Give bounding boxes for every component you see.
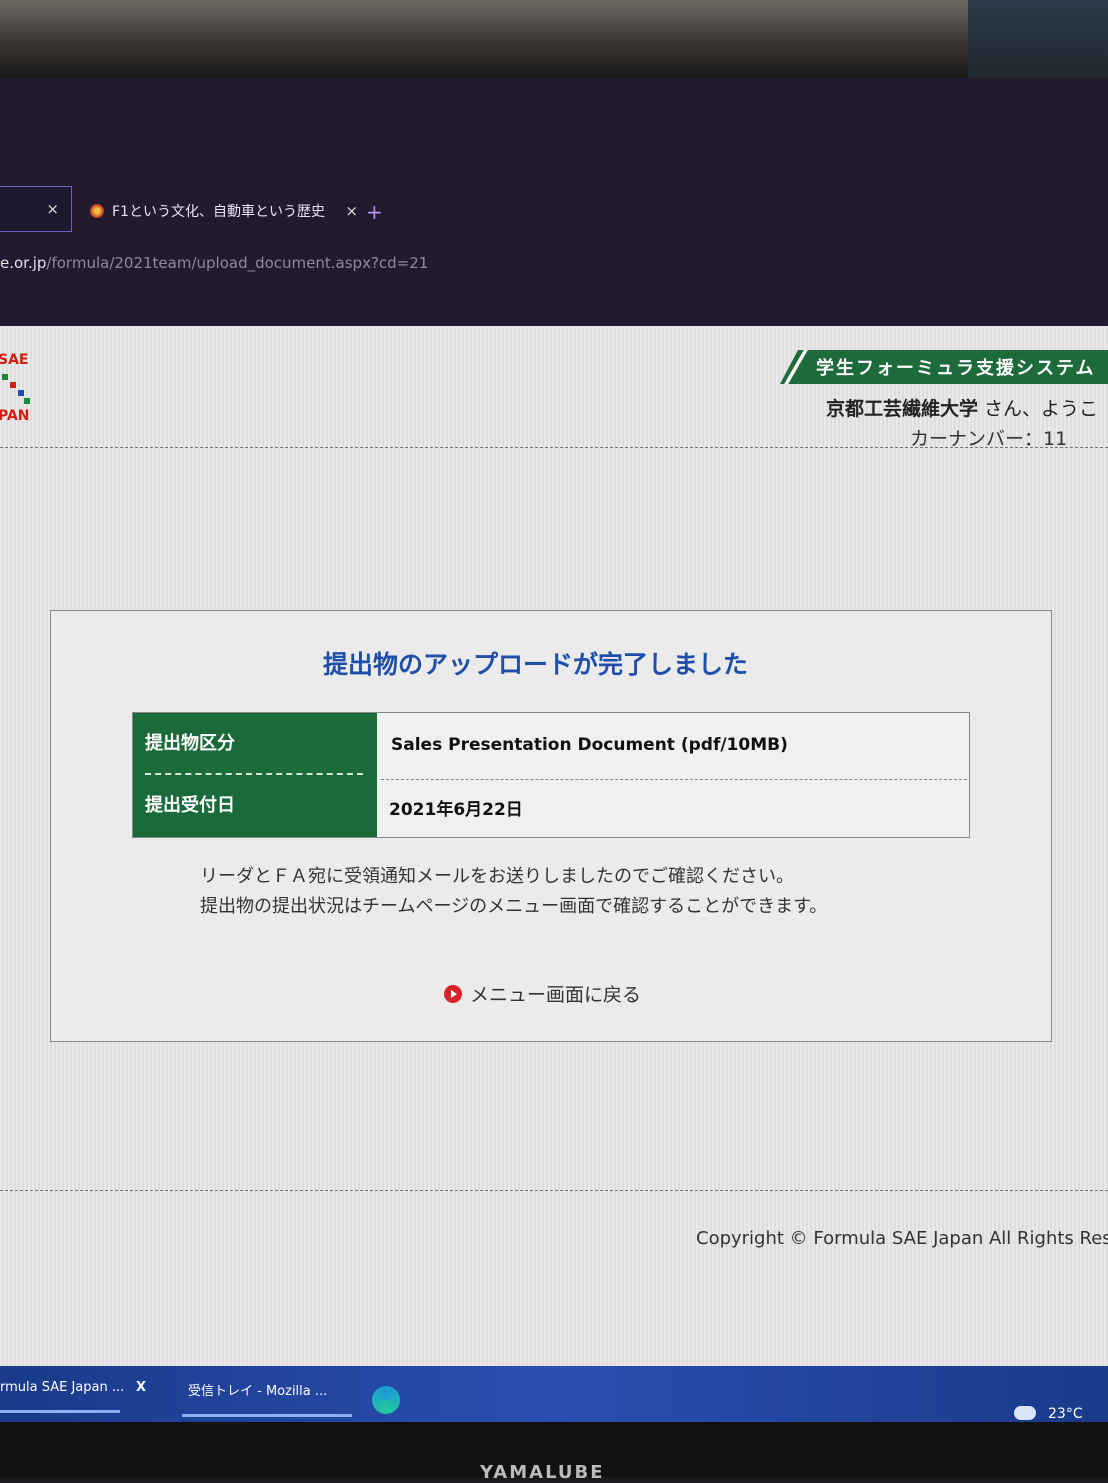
taskbar-active-indicator (0, 1410, 120, 1413)
logo-dot (10, 382, 16, 388)
close-tab-icon[interactable]: × (46, 200, 59, 218)
monitor-brand: YAMALUBE (480, 1462, 605, 1483)
notice-line-2: 提出物の提出状況はチームページのメニュー画面で確認することができます。 (200, 896, 828, 917)
taskbar-active-indicator (182, 1414, 352, 1417)
sae-japan-logo: SAE PAN (0, 352, 38, 428)
submission-date-value: 2021年6月22日 (389, 800, 523, 820)
copyright-text: Copyright © Formula SAE Japan All Rights… (696, 1228, 1108, 1249)
sticky-note (968, 0, 1108, 78)
notice-message: リーダとＦＡ宛に受領通知メールをお送りしましたのでご確認ください。 提出物の提出… (200, 862, 827, 922)
close-tab-icon[interactable]: × (345, 202, 358, 220)
back-to-menu-label: メニュー画面に戻る (470, 984, 642, 1006)
logo-text-top: SAE (0, 352, 29, 368)
url-domain: e.or.jp (0, 254, 47, 272)
logo-dot (24, 398, 30, 404)
submission-date-label: 提出受付日 (145, 795, 235, 816)
welcome-suffix: さん、ようこ (978, 398, 1099, 420)
system-title: 学生フォーミュラ支援システム (816, 358, 1096, 379)
footer-divider (0, 1190, 1108, 1191)
value-divider (381, 779, 967, 780)
temperature-readout: 23°C (1048, 1406, 1083, 1422)
arrow-circle-icon (444, 984, 462, 1003)
taskbar-item-excel[interactable]: X (136, 1380, 146, 1395)
page-title: 提出物のアップロードが完了しました (323, 650, 749, 679)
edge-browser-icon[interactable] (372, 1386, 400, 1414)
submission-info-table: 提出物区分 提出受付日 Sales Presentation Document … (132, 712, 970, 838)
weather-cloud-icon (1014, 1406, 1036, 1420)
tab-active[interactable]: × (0, 186, 72, 232)
logo-dot (2, 374, 8, 380)
university-name: 京都工芸繊維大学 (826, 398, 979, 420)
label-divider (145, 773, 363, 775)
welcome-message: 京都工芸繊維大学 さん、ようこ (826, 394, 1098, 421)
taskbar-item-firefox[interactable]: rmula SAE Japan ... (0, 1380, 124, 1395)
monitor-bezel-top (0, 0, 1108, 78)
site-favicon-icon (90, 204, 104, 218)
url-path: /formula/2021team/upload_document.aspx?c… (46, 254, 429, 272)
address-bar[interactable]: e.or.jp/formula/2021team/upload_document… (0, 254, 428, 272)
header-divider (0, 447, 1108, 448)
new-tab-button[interactable]: + (366, 200, 383, 224)
logo-text-bottom: PAN (0, 408, 30, 424)
notice-line-1: リーダとＦＡ宛に受領通知メールをお送りしましたのでご確認ください。 (200, 866, 794, 887)
submission-type-value: Sales Presentation Document (pdf/10MB) (391, 735, 788, 755)
back-to-menu-link[interactable]: メニュー画面に戻る (444, 980, 641, 1007)
tab-label: F1という文化、自動車という歴史 (112, 204, 325, 220)
tab-f1-article[interactable]: F1という文化、自動車という歴史 × (86, 188, 358, 234)
taskbar-item-thunderbird[interactable]: 受信トレイ - Mozilla ... (188, 1380, 327, 1399)
taskbar (0, 1366, 1108, 1422)
system-title-banner: 学生フォーミュラ支援システム (780, 350, 1108, 384)
logo-dot (18, 390, 24, 396)
submission-type-label: 提出物区分 (145, 733, 235, 754)
